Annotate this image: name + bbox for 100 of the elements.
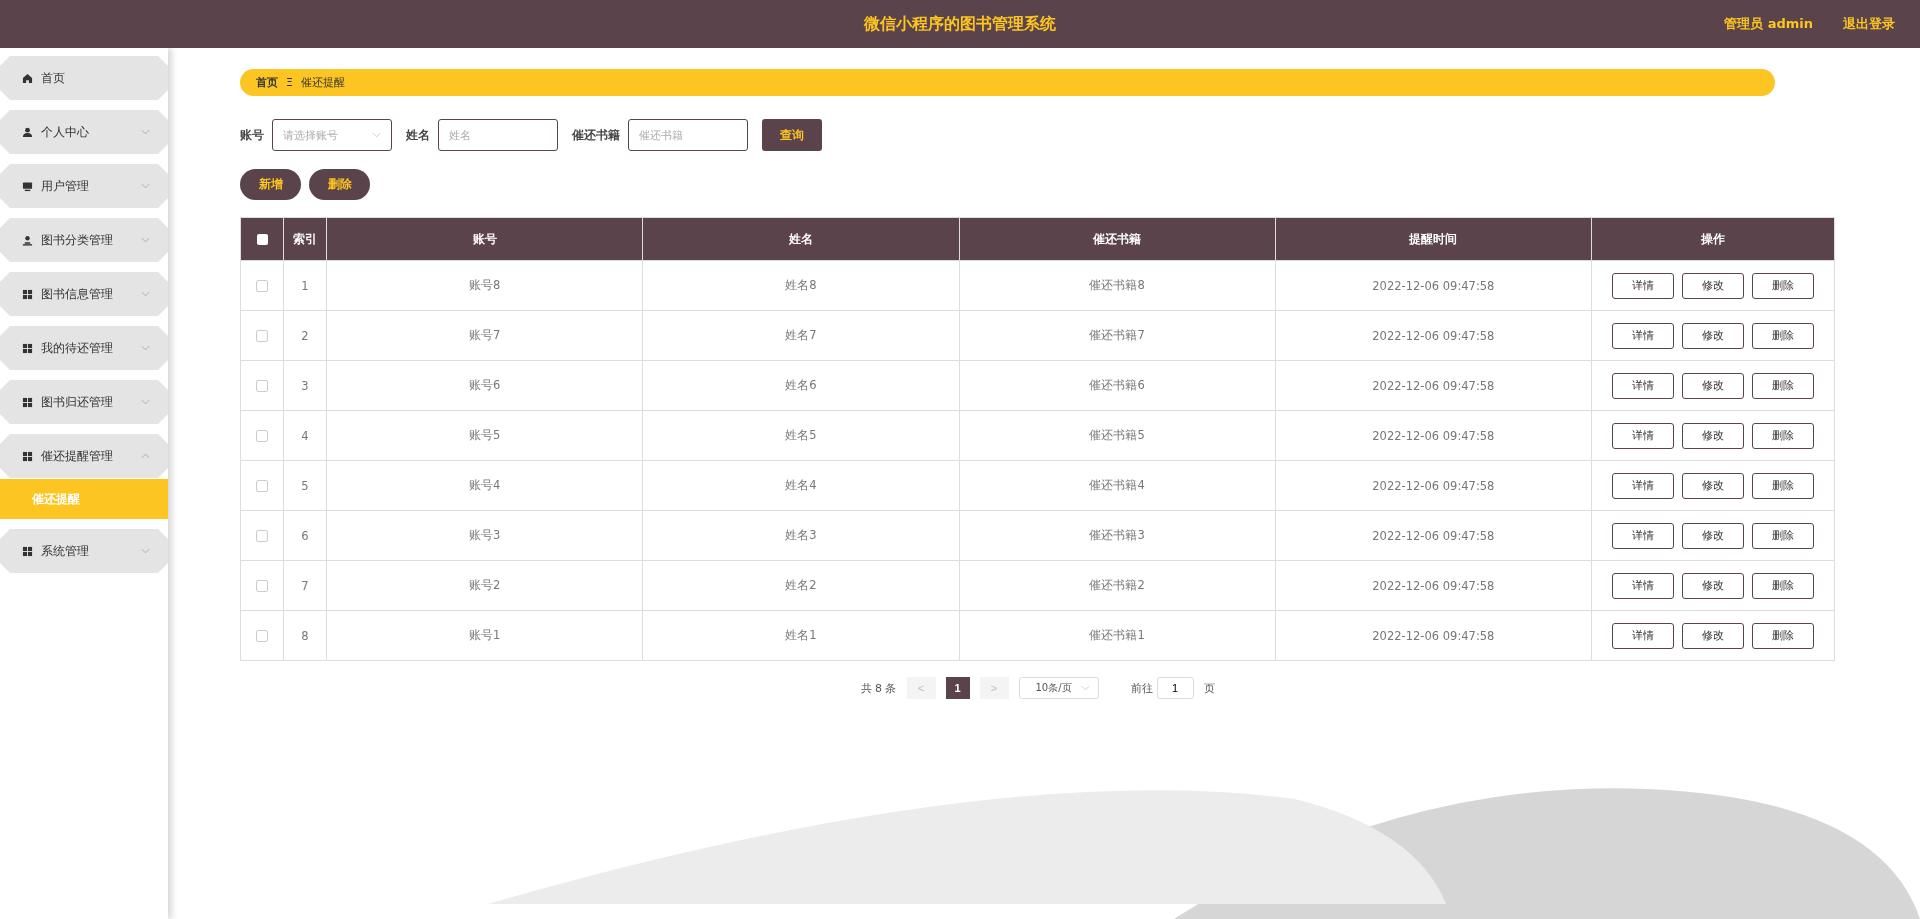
goto-label: 前往: [1130, 680, 1153, 696]
table-cell: 姓名1: [642, 610, 959, 661]
row-button[interactable]: 修改: [1682, 422, 1744, 449]
row-button[interactable]: 详情: [1612, 322, 1674, 349]
table-cell: 账号5: [326, 410, 643, 461]
checkbox[interactable]: [256, 480, 268, 492]
checkbox[interactable]: [256, 530, 268, 542]
row-button[interactable]: 详情: [1612, 572, 1674, 599]
row-button[interactable]: 修改: [1682, 372, 1744, 399]
header-cell: 账号: [326, 217, 643, 261]
table-cell: 8: [283, 610, 327, 661]
search-button[interactable]: 查询: [762, 119, 822, 151]
page-size-select[interactable]: 10条/页: [1018, 677, 1099, 699]
row-button[interactable]: 修改: [1682, 522, 1744, 549]
table-cell: 账号1: [326, 610, 643, 661]
menu-item[interactable]: 个人中心: [0, 110, 168, 154]
table-cell: 7: [283, 560, 327, 611]
table-cell: 5: [283, 460, 327, 511]
action-button[interactable]: 删除: [309, 169, 370, 200]
menu-item[interactable]: 用户管理: [0, 164, 168, 208]
chevron-icon: [372, 132, 381, 138]
table-cell: 2: [283, 310, 327, 361]
breadcrumb-link[interactable]: 首页: [256, 75, 278, 90]
table-cell: 姓名8: [642, 260, 959, 311]
table-cell: 姓名2: [642, 560, 959, 611]
page-unit: 页: [1203, 680, 1215, 696]
table-cell: 催还书籍2: [959, 560, 1276, 611]
checkbox[interactable]: [256, 630, 268, 642]
row-button[interactable]: 详情: [1612, 522, 1674, 549]
row-button[interactable]: 详情: [1612, 622, 1674, 649]
row-button[interactable]: 删除: [1752, 272, 1814, 299]
row-button[interactable]: 删除: [1752, 622, 1814, 649]
menu-item[interactable]: 系统管理: [0, 529, 168, 573]
table-cell: 2022-12-06 09:47:58: [1275, 610, 1592, 661]
menu-item[interactable]: 催还提醒管理: [0, 434, 168, 478]
row-button[interactable]: 修改: [1682, 472, 1744, 499]
table-cell: 账号3: [326, 510, 643, 561]
row-button[interactable]: 删除: [1752, 322, 1814, 349]
table-cell: 6: [283, 510, 327, 561]
row-button[interactable]: 详情: [1612, 272, 1674, 299]
breadcrumb-link[interactable]: 催还提醒: [300, 75, 345, 90]
row-button[interactable]: 详情: [1612, 422, 1674, 449]
input-field[interactable]: 姓名: [438, 119, 558, 151]
table-cell: 催还书籍1: [959, 610, 1276, 661]
grid-icon: [22, 342, 33, 354]
table-cell: 催还书籍5: [959, 410, 1276, 461]
home-icon: [22, 72, 33, 84]
row-button[interactable]: 删除: [1752, 422, 1814, 449]
total-count: 共 8 条: [860, 680, 897, 696]
table-cell: 姓名5: [642, 410, 959, 461]
row-button[interactable]: 修改: [1682, 322, 1744, 349]
user-icon: [22, 126, 33, 138]
table-cell: 账号2: [326, 560, 643, 611]
row-button[interactable]: 修改: [1682, 272, 1744, 299]
page-button[interactable]: 1: [945, 677, 970, 699]
checkbox[interactable]: [256, 280, 268, 292]
table-cell: 2022-12-06 09:47:58: [1275, 360, 1592, 411]
checkbox[interactable]: [256, 430, 268, 442]
logout-link[interactable]: 退出登录: [1843, 15, 1895, 33]
menu-item[interactable]: 我的待还管理: [0, 326, 168, 370]
table-cell: 姓名7: [642, 310, 959, 361]
table-cell: 1: [283, 260, 327, 311]
input-field[interactable]: 催还书籍: [628, 119, 748, 151]
table-cell: 账号6: [326, 360, 643, 411]
table-cell: 催还书籍4: [959, 460, 1276, 511]
checkbox[interactable]: [256, 330, 268, 342]
row-button[interactable]: 删除: [1752, 372, 1814, 399]
checkbox[interactable]: [256, 380, 268, 392]
row-button[interactable]: 详情: [1612, 372, 1674, 399]
table-cell: 4: [283, 410, 327, 461]
field-label: 账号: [240, 127, 264, 143]
menu-item[interactable]: 图书分类管理: [0, 218, 168, 262]
header-cell: 提醒时间: [1275, 217, 1592, 261]
page-input[interactable]: 1: [1156, 677, 1194, 699]
row-button[interactable]: 修改: [1682, 622, 1744, 649]
checkbox[interactable]: [256, 234, 268, 245]
row-button[interactable]: 删除: [1752, 472, 1814, 499]
action-button[interactable]: 新增: [240, 169, 301, 200]
row-button[interactable]: 修改: [1682, 572, 1744, 599]
row-button[interactable]: 删除: [1752, 522, 1814, 549]
table-cell: 2022-12-06 09:47:58: [1275, 460, 1592, 511]
header-cell: 操作: [1591, 217, 1835, 261]
table-cell: 催还书籍3: [959, 510, 1276, 561]
app-title: 微信小程序的图书管理系统: [864, 13, 1056, 35]
table-cell: 催还书籍6: [959, 360, 1276, 411]
row-button[interactable]: 删除: [1752, 572, 1814, 599]
grid-icon: [22, 288, 33, 300]
menu-item[interactable]: 图书信息管理: [0, 272, 168, 316]
admin-label: 管理员 admin: [1724, 15, 1813, 33]
table-cell: 姓名6: [642, 360, 959, 411]
row-button[interactable]: 详情: [1612, 472, 1674, 499]
checkbox[interactable]: [256, 580, 268, 592]
table-cell: 催还书籍8: [959, 260, 1276, 311]
header-cell: 催还书籍: [959, 217, 1276, 261]
menu-item[interactable]: 首页: [0, 56, 168, 100]
menu-item[interactable]: 图书归还管理: [0, 380, 168, 424]
header-cell: 姓名: [642, 217, 959, 261]
table-cell: 2022-12-06 09:47:58: [1275, 310, 1592, 361]
grid-icon: [22, 396, 33, 408]
grid-icon: [22, 545, 33, 557]
